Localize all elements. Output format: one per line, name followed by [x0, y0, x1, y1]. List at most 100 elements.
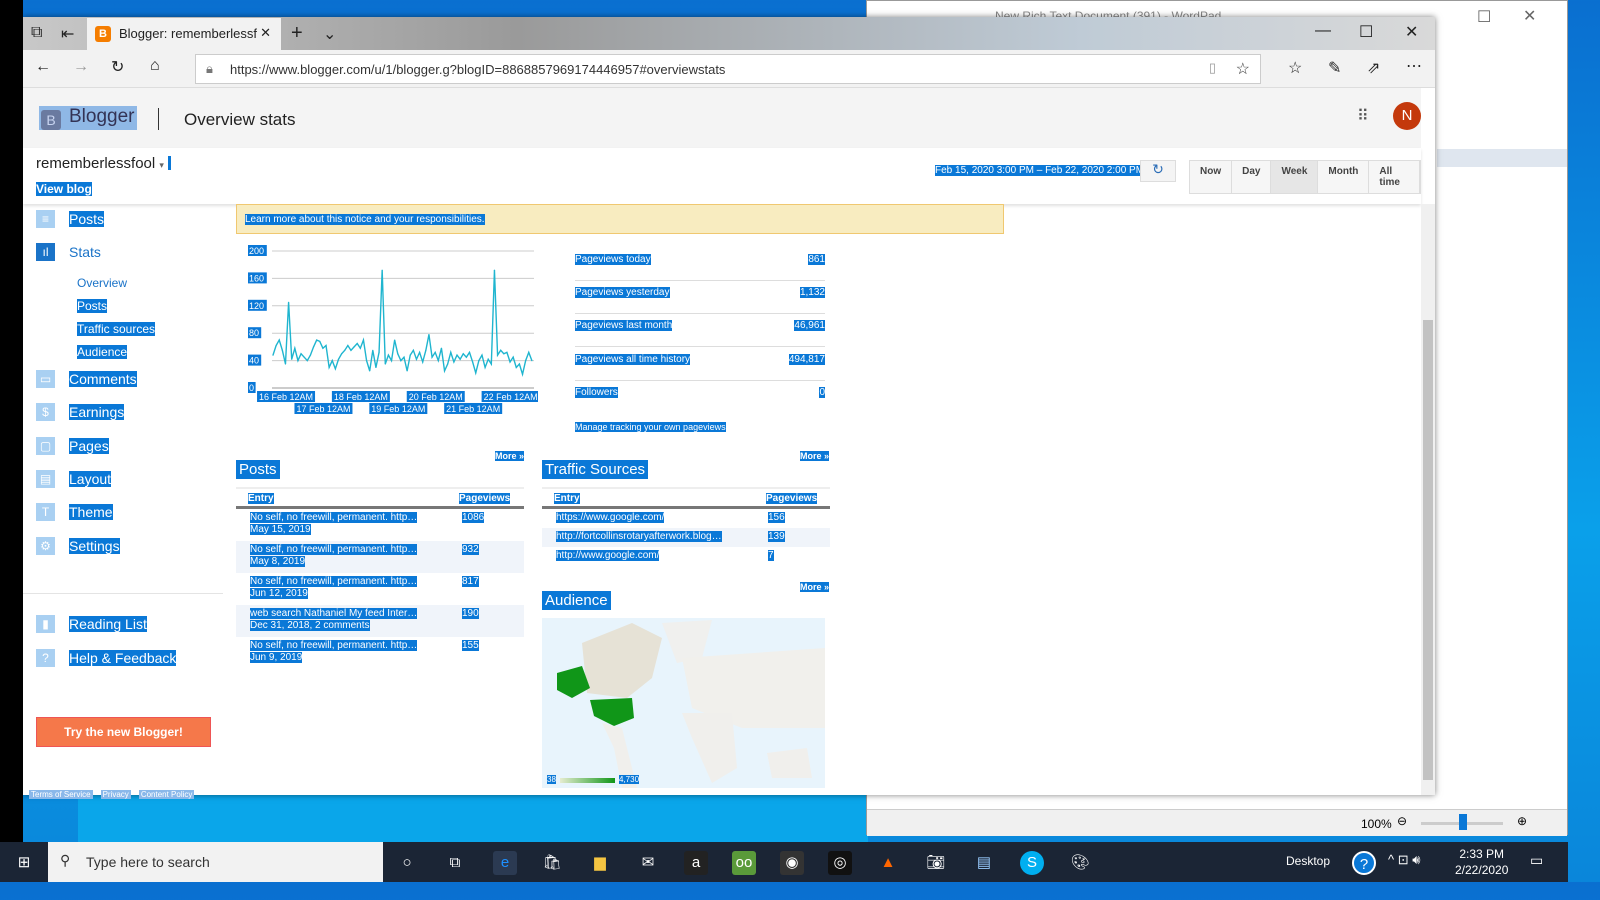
- clock[interactable]: 2:33 PM 2/22/2020: [1455, 846, 1508, 878]
- post-title[interactable]: web search Nathaniel My feed Inter…: [250, 608, 418, 619]
- back-icon[interactable]: ←: [35, 58, 51, 76]
- set-aside-tabs-icon[interactable]: ⇤: [61, 24, 74, 44]
- apps-grid-icon[interactable]: ⠿: [1357, 106, 1369, 126]
- forward-icon[interactable]: →: [73, 58, 89, 76]
- vlc-icon[interactable]: ▲: [876, 851, 900, 875]
- sidebar-item-posts[interactable]: ≡ Posts: [36, 210, 105, 228]
- col-pageviews[interactable]: Pageviews: [459, 493, 511, 504]
- try-new-blogger-button[interactable]: Try the new Blogger!: [36, 717, 211, 747]
- sidebar-item-theme[interactable]: T Theme: [36, 503, 113, 521]
- zoom-in-icon[interactable]: ⊕: [1517, 814, 1527, 828]
- camera-icon[interactable]: 📷︎: [924, 851, 948, 875]
- mail-icon[interactable]: ✉: [636, 851, 660, 875]
- table-row[interactable]: https://www.google.com/156: [542, 509, 830, 528]
- period-all-time[interactable]: All time: [1369, 161, 1420, 193]
- table-row[interactable]: No self, no freewill, permanent. http… Ju…: [236, 637, 524, 669]
- posts-more-link[interactable]: More »: [495, 451, 525, 461]
- sidebar-item-earnings[interactable]: $ Earnings: [36, 403, 125, 421]
- close-icon[interactable]: ✕: [1523, 6, 1536, 26]
- notice-link[interactable]: Learn more about this notice and your re…: [245, 214, 485, 225]
- home-icon[interactable]: ⌂: [150, 57, 160, 75]
- amazon-icon[interactable]: a: [684, 851, 708, 875]
- period-week[interactable]: Week: [1271, 161, 1319, 193]
- source-url[interactable]: http://www.google.com/: [556, 550, 660, 561]
- table-row[interactable]: web search Nathaniel My feed Inter… Dec 3…: [236, 605, 524, 637]
- sidebar-item-pages[interactable]: ▢ Pages: [36, 437, 109, 455]
- wordpad-icon[interactable]: ▤: [972, 851, 996, 875]
- audience-more-link[interactable]: More »: [800, 582, 830, 592]
- store-icon[interactable]: 🛍︎: [540, 851, 564, 875]
- scrollbar-thumb[interactable]: [1423, 320, 1433, 780]
- avatar[interactable]: N: [1393, 102, 1421, 130]
- refresh-stats-button[interactable]: ↻: [1140, 160, 1176, 182]
- new-tab-icon[interactable]: +: [291, 22, 303, 45]
- period-now[interactable]: Now: [1190, 161, 1233, 193]
- traffic-more-link[interactable]: More »: [800, 451, 830, 461]
- share-icon[interactable]: ⇗: [1367, 58, 1380, 78]
- source-url[interactable]: http://fortcollinsrotaryafterwork.blog…: [556, 531, 722, 542]
- app-icon[interactable]: ◉: [780, 851, 804, 875]
- post-title[interactable]: No self, no freewill, permanent. http…: [250, 544, 418, 555]
- period-day[interactable]: Day: [1232, 161, 1272, 193]
- sidebar-item-layout[interactable]: ▤ Layout: [36, 470, 112, 488]
- windows-start-icon[interactable]: ⊞: [12, 851, 36, 875]
- stats-audience[interactable]: Audience: [77, 345, 128, 359]
- reading-view-icon[interactable]: ▯: [1209, 60, 1216, 76]
- tab-list-icon[interactable]: ⧉: [31, 24, 42, 42]
- col-entry[interactable]: Entry: [554, 493, 580, 504]
- stats-posts[interactable]: Posts: [77, 299, 108, 313]
- post-title[interactable]: No self, no freewill, permanent. http…: [250, 640, 418, 651]
- task-view-icon[interactable]: ⧉: [443, 851, 467, 875]
- sidebar-item-comments[interactable]: ▭ Comments: [36, 370, 137, 388]
- file-explorer-icon[interactable]: ▆: [588, 851, 612, 875]
- privacy-link[interactable]: Privacy: [100, 790, 131, 799]
- skype-icon[interactable]: S: [1020, 851, 1044, 875]
- pen-icon[interactable]: ✎: [1328, 58, 1341, 78]
- col-entry[interactable]: Entry: [248, 493, 274, 504]
- zoom-slider-thumb[interactable]: [1459, 814, 1467, 830]
- stats-traffic-sources[interactable]: Traffic sources: [77, 322, 156, 336]
- table-row[interactable]: http://www.google.com/7: [542, 547, 830, 566]
- color-app-icon[interactable]: ◎: [828, 851, 852, 875]
- table-row[interactable]: No self, no freewill, permanent. http… Ju…: [236, 573, 524, 605]
- post-title[interactable]: No self, no freewill, permanent. http…: [250, 512, 418, 523]
- sidebar-item-settings[interactable]: ⚙ Settings: [36, 537, 120, 555]
- favorites-icon[interactable]: ☆: [1288, 58, 1302, 78]
- notifications-icon[interactable]: ▭: [1530, 852, 1543, 869]
- col-pageviews[interactable]: Pageviews: [766, 493, 818, 504]
- close-tab-icon[interactable]: ✕: [260, 25, 271, 41]
- system-tray-icons[interactable]: ^ ⊡ 🔊︎: [1388, 852, 1420, 868]
- manage-tracking-link[interactable]: Manage tracking your own pageviews: [575, 422, 726, 432]
- desktop-toolbar[interactable]: Desktop: [1286, 854, 1330, 868]
- view-blog-link[interactable]: View blog: [36, 182, 92, 196]
- help-icon[interactable]: ?: [1352, 851, 1376, 875]
- minimize-icon[interactable]: —: [1315, 22, 1331, 40]
- stats-overview[interactable]: Overview: [77, 276, 127, 290]
- period-month[interactable]: Month: [1318, 161, 1370, 193]
- source-url[interactable]: https://www.google.com/: [556, 512, 665, 523]
- sidebar-item-reading-list[interactable]: ▮ Reading List: [36, 615, 147, 633]
- table-row[interactable]: http://fortcollinsrotaryafterwork.blog… 1…: [542, 528, 830, 547]
- maximize-icon[interactable]: ☐: [1477, 7, 1491, 27]
- terms-link[interactable]: Terms of Service: [29, 790, 93, 799]
- post-title[interactable]: No self, no freewill, permanent. http…: [250, 576, 418, 587]
- zoom-out-icon[interactable]: ⊖: [1397, 814, 1407, 828]
- table-row[interactable]: No self, no freewill, permanent. http… Ma…: [236, 541, 524, 573]
- edge-icon[interactable]: e: [493, 851, 517, 875]
- taskbar-search[interactable]: ⚲ Type here to search: [48, 842, 383, 882]
- sidebar-item-help[interactable]: ? Help & Feedback: [36, 649, 177, 667]
- address-bar[interactable]: 🔒︎ https://www.blogger.com/u/1/blogger.g…: [195, 54, 1261, 84]
- paint-icon[interactable]: 🎨︎: [1068, 851, 1092, 875]
- cortana-icon[interactable]: ○: [395, 851, 419, 875]
- sidebar-item-stats[interactable]: ıl Stats: [36, 243, 101, 261]
- blog-selector[interactable]: rememberlessfool ▾: [36, 155, 172, 172]
- tripadvisor-icon[interactable]: oo: [732, 851, 756, 875]
- refresh-icon[interactable]: ↻: [111, 57, 124, 77]
- maximize-icon[interactable]: ☐: [1359, 22, 1373, 42]
- audience-world-map[interactable]: 38 4,730: [542, 618, 825, 788]
- chevron-down-icon[interactable]: ⌄: [323, 24, 336, 44]
- table-row[interactable]: No self, no freewill, permanent. http… Ma…: [236, 509, 524, 541]
- blogger-logo[interactable]: B Blogger: [39, 106, 137, 130]
- tab-blogger[interactable]: B Blogger: rememberlessf ✕: [87, 18, 281, 50]
- more-icon[interactable]: ⋯: [1406, 56, 1422, 76]
